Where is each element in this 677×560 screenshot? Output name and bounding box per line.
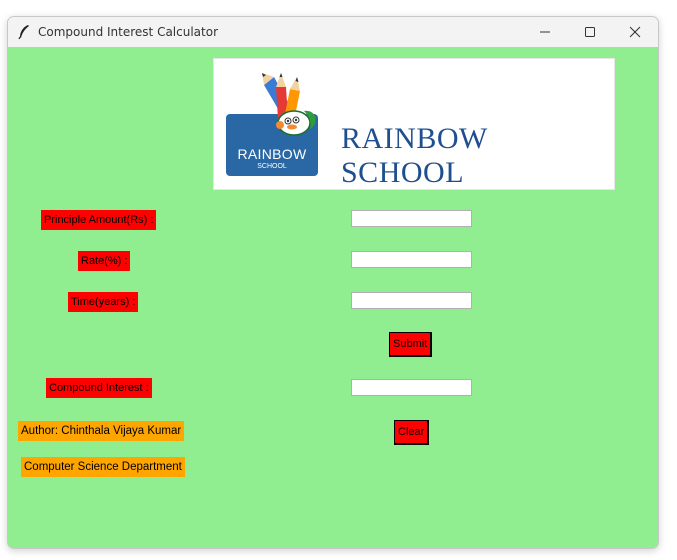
- principal-label: Principle Amount(Rs) :: [41, 210, 157, 230]
- maximize-button[interactable]: [567, 17, 612, 47]
- author-label: Author: Chinthala Vijaya Kumar: [18, 421, 185, 441]
- principal-input[interactable]: [351, 210, 472, 227]
- feather-icon: [18, 25, 29, 40]
- compound-interest-label: Compound Interest :: [46, 378, 152, 398]
- minimize-icon: [539, 31, 550, 33]
- time-input[interactable]: [351, 292, 472, 309]
- time-label: Time(years) :: [68, 292, 139, 312]
- window-title: Compound Interest Calculator: [38, 25, 219, 39]
- minimize-button[interactable]: [522, 17, 567, 47]
- compound-interest-output[interactable]: [351, 379, 472, 396]
- client-area: RAINBOW SCHOOL RAINBOW SCHOOL Principle …: [8, 47, 658, 548]
- app-window: Compound Interest Calculator RAINBOW SCH…: [7, 16, 659, 549]
- clear-button[interactable]: Clear: [394, 420, 430, 445]
- close-button[interactable]: [612, 17, 657, 47]
- logo-badge-title: RAINBOW: [237, 146, 307, 162]
- pencils-mascot-icon: [262, 73, 316, 136]
- department-label: Computer Science Department: [21, 457, 185, 477]
- school-name: RAINBOW SCHOOL: [341, 122, 488, 189]
- rate-label: Rate(%) :: [78, 251, 131, 271]
- rate-input[interactable]: [351, 251, 472, 268]
- school-logo: RAINBOW SCHOOL RAINBOW SCHOOL: [213, 58, 615, 190]
- close-icon: [629, 26, 640, 38]
- title-bar[interactable]: Compound Interest Calculator: [8, 17, 658, 47]
- logo-badge-subtitle: SCHOOL: [257, 163, 287, 170]
- submit-button[interactable]: Submit: [389, 332, 433, 357]
- maximize-icon: [584, 27, 595, 37]
